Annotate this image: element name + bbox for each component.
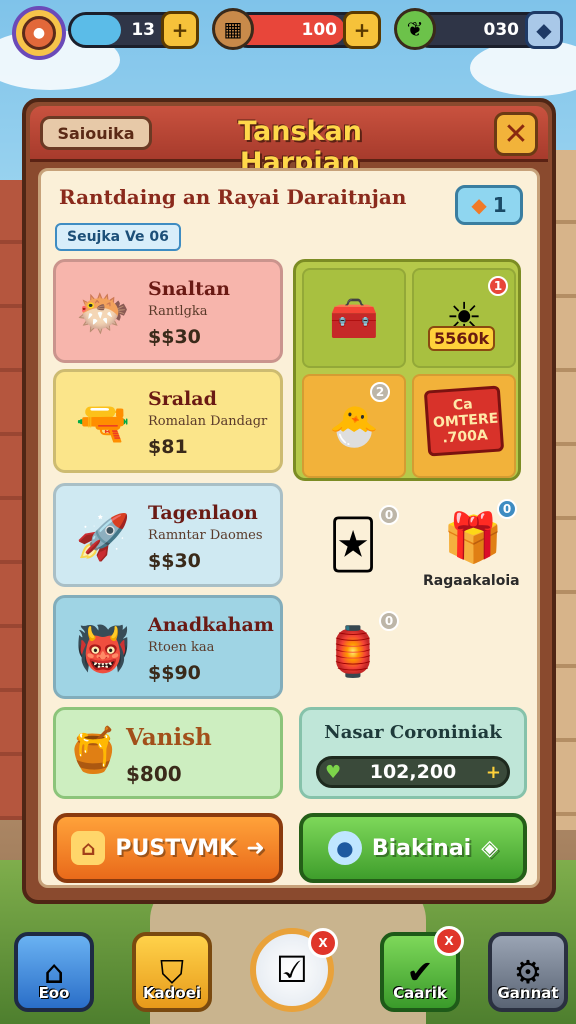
monster-icon: 👹	[75, 624, 131, 675]
item-name: Anadkaham	[148, 614, 274, 636]
wood-value: 100	[301, 20, 338, 40]
nav-caarik-badge: X	[434, 926, 464, 956]
grid-cell-chick[interactable]: 🐣 2	[302, 374, 406, 478]
nav-kadoei-label: Kadoei	[142, 984, 202, 1002]
grid-cell-sale[interactable]: Ca OMTERE .700A	[412, 374, 516, 478]
vanish-name: Vanish	[126, 724, 212, 751]
item-card-anadkaham[interactable]: 👹 Anadkaham Rtoen kaa $$90	[53, 595, 283, 699]
honey-pot-icon: 🍯	[66, 725, 121, 776]
wood-icon: ▦	[212, 8, 254, 50]
chick-badge: 2	[370, 382, 390, 402]
nav-caarik[interactable]: ✔ Caarik X	[380, 926, 464, 1012]
resource-bar: ● 13 + ▦ 100 + ❦ 030 ◆	[8, 6, 568, 60]
panel-header: Saiouika Tanskan Harpian ✕	[30, 106, 548, 178]
avatar-face-icon: ●	[22, 16, 56, 50]
diamond-ring-icon: ◈	[481, 835, 499, 861]
nav-settings-label: Gannat	[497, 984, 559, 1002]
loose-item-potion[interactable]: 🏮 0	[313, 611, 399, 691]
player-avatar[interactable]: ●	[12, 6, 66, 60]
item-price: $81	[148, 436, 188, 458]
featured-grid: 🧰 ☀ 5560k 1 🐣 2 Ca OMTERE .700A	[293, 259, 521, 481]
purchase-label: PUSTVMK	[115, 835, 237, 861]
rocket-icon: 🚀	[75, 512, 131, 563]
nav-kadoei[interactable]: ⛉ Kadoei	[132, 932, 212, 1012]
currency-plus-button[interactable]: +	[486, 762, 501, 783]
shop-panel: Saiouika Tanskan Harpian ✕ Rantdaing an …	[22, 98, 556, 904]
boxes-label: Ragaakaloia	[423, 573, 520, 589]
count-badge[interactable]: ◆ 1	[455, 185, 523, 225]
sun-value: 5560k	[428, 326, 496, 351]
item-desc: Ramntar Daomes	[148, 528, 263, 543]
water-drop-icon: ●	[327, 831, 362, 865]
sun-badge: 1	[488, 276, 508, 296]
back-tab-button[interactable]: Saiouika	[40, 116, 152, 150]
energy-value: 13	[131, 20, 155, 40]
vanish-card[interactable]: 🍯 Vanish $800	[53, 707, 283, 799]
nav-settings[interactable]: ⚙ Gannat	[488, 932, 568, 1012]
currency-value: 102,200	[369, 761, 457, 783]
item-card-snaltan[interactable]: 🐡 Snaltan Rantlgka $$30	[53, 259, 283, 363]
item-price: $$30	[148, 550, 201, 572]
nav-center-badge: X	[308, 928, 338, 958]
close-icon: ✕	[503, 116, 529, 152]
sale-tag: Ca OMTERE .700A	[423, 385, 505, 457]
nav-home[interactable]: ⌂ Eoo	[14, 932, 94, 1012]
cannon-icon: 🔫	[75, 398, 131, 449]
potion-icon: 🏮	[323, 623, 383, 680]
item-name: Tagenlaon	[148, 502, 258, 524]
cash-register-icon: 🧰	[329, 295, 379, 342]
item-desc: Rantlgka	[148, 304, 208, 319]
nav-caarik-label: Caarik	[393, 984, 447, 1002]
purchase-button[interactable]: ⌂ PUSTVMK ➜	[53, 813, 283, 883]
card-pack-icon: 🃏	[328, 517, 378, 573]
quest-board-icon: ☑	[275, 949, 309, 991]
currency-card: Nasar Coroniniak ♥ 102,200 +	[299, 707, 527, 799]
grid-cell-register[interactable]: 🧰	[302, 268, 406, 368]
nav-home-label: Eoo	[38, 984, 70, 1002]
bracket-label: Biakinai	[371, 835, 472, 861]
grid-cell-sun[interactable]: ☀ 5560k 1	[412, 268, 516, 368]
item-card-tagenlaon[interactable]: 🚀 Tagenlaon Ramntar Daomes $$30	[53, 483, 283, 587]
flame-icon: ◆	[471, 193, 487, 217]
gems-diamond-button[interactable]: ◆	[525, 11, 563, 49]
item-price: $$30	[148, 326, 201, 348]
chick-icon: 🐣	[329, 403, 379, 450]
energy-fill	[71, 15, 121, 45]
item-name: Sralad	[148, 388, 217, 410]
heart-icon: ♥	[325, 761, 342, 783]
sale-tag-line3: .700A	[441, 427, 489, 447]
item-price: $$90	[148, 662, 201, 684]
loose-item-card-pack[interactable]: 🃏 0	[313, 505, 399, 585]
close-button[interactable]: ✕	[494, 112, 538, 156]
card-pack-badge: 0	[379, 505, 399, 525]
panel-body: Rantdaing an Rayai Daraitnjan ◆ 1 Seujka…	[38, 168, 540, 888]
bracket-button[interactable]: ● Biakinai ◈	[299, 813, 527, 883]
nav-center-quest[interactable]: ☑ X	[250, 928, 338, 1012]
shield-icon: ⌂	[71, 831, 106, 865]
gems-value: 030	[483, 20, 520, 40]
arrow-right-icon: ➜	[246, 835, 265, 861]
section-tag: Seujka Ve 06	[55, 223, 181, 251]
boxes-badge: 0	[497, 499, 517, 519]
count-badge-value: 1	[492, 193, 507, 217]
panel-subtitle: Rantdaing an Rayai Daraitnjan	[59, 185, 407, 209]
loose-item-boxes[interactable]: 🎁 0	[433, 497, 517, 577]
gift-boxes-icon: 🎁	[443, 509, 503, 566]
item-name: Snaltan	[148, 278, 230, 300]
wood-plus-button[interactable]: +	[343, 11, 381, 49]
item-desc: Rtoen kaa	[148, 640, 215, 655]
energy-plus-button[interactable]: +	[161, 11, 199, 49]
currency-name: Nasar Coroniniak	[324, 722, 502, 743]
potion-badge: 0	[379, 611, 399, 631]
leaf-gem-icon: ❦	[394, 8, 436, 50]
resource-energy: 13 +	[68, 11, 199, 49]
currency-bar: ♥ 102,200 +	[316, 756, 510, 788]
creature-icon: 🐡	[75, 288, 131, 339]
item-card-sralad[interactable]: 🔫 Sralad Romalan Dandagr $81	[53, 369, 283, 473]
vanish-price: $800	[126, 762, 182, 786]
item-desc: Romalan Dandagr	[148, 414, 268, 429]
